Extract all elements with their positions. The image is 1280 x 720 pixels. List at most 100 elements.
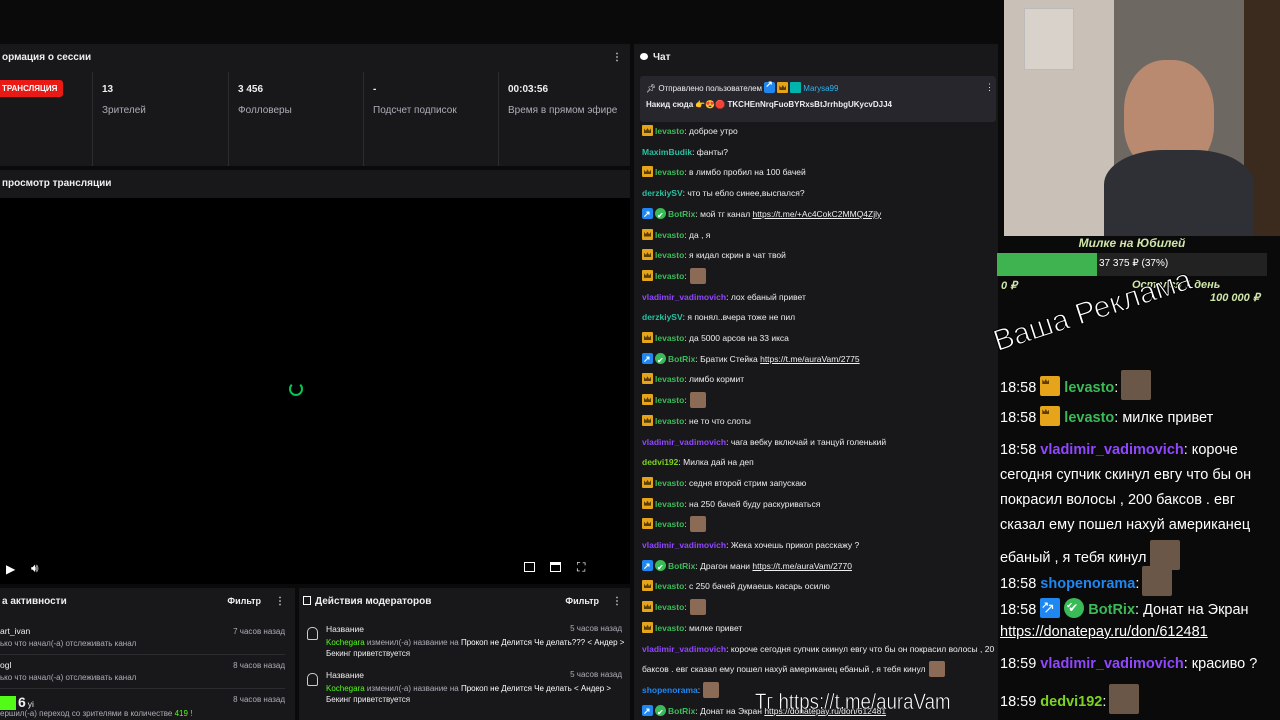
chat-text: : Братик Стейка [695, 353, 761, 364]
pip-icon[interactable] [524, 562, 535, 572]
chat-message[interactable]: levasto: да 5000 арсов на 33 икса [642, 329, 994, 348]
chat-message[interactable]: levasto: да , я [642, 226, 994, 245]
chat-message[interactable]: levasto: не то что слоты [642, 412, 994, 431]
telegram-overlay-text: Тг https://t.me/auraVam [755, 689, 951, 715]
theatre-icon[interactable] [550, 562, 561, 572]
overlay-chat-text: : [1114, 380, 1119, 396]
volume-icon[interactable]: 🔊︎ [31, 561, 39, 576]
crown-badge-icon [642, 394, 653, 406]
goal-title: Милке на Юбилей [1078, 236, 1186, 250]
chat-username[interactable]: levasto [655, 581, 684, 591]
chat-username[interactable]: levasto [655, 602, 684, 612]
chat-username[interactable]: BotRix [668, 209, 695, 219]
chat-username[interactable]: dedvi192 [642, 457, 678, 467]
chat-text: : [684, 395, 687, 406]
chat-message[interactable]: vladimir_vadimovich: Жека хочешь прикол … [642, 536, 994, 555]
play-icon[interactable]: ▶ [6, 562, 15, 576]
chat-message[interactable]: BotRix: Драгон мани https://t.me/auraVam… [642, 557, 994, 576]
chat-message[interactable]: levasto: [642, 515, 994, 534]
chat-username[interactable]: levasto [655, 416, 684, 426]
chat-emote-icon [928, 661, 945, 678]
chat-message[interactable]: MaximBudik: фанты? [642, 143, 994, 162]
chat-username[interactable]: levasto [655, 374, 684, 384]
overlay-chat-text: : [1135, 576, 1140, 592]
chat-link[interactable]: https://t.me/auraVam/2775 [760, 354, 860, 364]
chat-text: : да , я [684, 229, 711, 240]
overlay-chat-time: 18:59 [1000, 694, 1037, 710]
modactions-filter-button[interactable]: Фильтр [565, 596, 599, 606]
chat-username[interactable]: levasto [655, 478, 684, 488]
chat-username[interactable]: MaximBudik [642, 147, 692, 157]
pinned-menu-icon[interactable]: ⋮ [985, 82, 994, 93]
chat-username[interactable]: vladimir_vadimovich [642, 437, 726, 447]
chat-username[interactable]: vladimir_vadimovich [642, 540, 726, 550]
overlay-chat-username: vladimir_vadimovich [1040, 656, 1184, 672]
chat-username[interactable]: levasto [655, 126, 684, 136]
chat-message[interactable]: levasto: на 250 бачей буду раскуриваться [642, 495, 994, 514]
chat-message[interactable]: levasto: [642, 391, 994, 410]
chat-username[interactable]: levasto [655, 623, 684, 633]
chat-message[interactable]: vladimir_vadimovich: короче сегодня супч… [642, 640, 994, 659]
activity-filter-button[interactable]: Фильтр [227, 596, 261, 606]
overlay-chat-text: : короче [1183, 442, 1238, 458]
chat-username[interactable]: BotRix [668, 561, 695, 571]
chat-message[interactable]: levasto: доброе утро [642, 122, 994, 141]
session-menu-icon[interactable]: ⋮ [612, 52, 622, 64]
overlay-chat-text: сказал ему пошел нахуй американец [1000, 517, 1251, 533]
chat-text: : не то что слоты [684, 415, 751, 426]
goal-max: 100 000 ₽ [1210, 292, 1260, 304]
chat-message[interactable]: BotRix: Братик Стейка https://t.me/auraV… [642, 350, 994, 369]
overlay-chat-username: shopenorama [1040, 576, 1136, 592]
chat-message[interactable]: levasto: я кидал скрин в чат твой [642, 246, 994, 265]
viewers-value: 13 [102, 84, 114, 95]
chat-message[interactable]: levasto: [642, 267, 994, 286]
chat-username[interactable]: derzkiySV [642, 312, 683, 322]
overlay-chat-text: покрасил волосы , 200 баксов . евг [1000, 492, 1236, 508]
goal-bar-fill [997, 253, 1097, 276]
crown-badge-icon [642, 125, 653, 136]
chat-username[interactable]: levasto [655, 271, 684, 281]
modactions-menu-icon[interactable]: ⋮ [612, 596, 622, 608]
chat-message[interactable]: levasto: милке привет [642, 619, 994, 638]
chat-message[interactable]: levasto: лимбо кормит [642, 370, 994, 389]
chat-username[interactable]: levasto [655, 167, 684, 177]
chat-username[interactable]: levasto [655, 333, 684, 343]
overlay-chat-line: сегодня супчик скинул евгу что бы он [1000, 465, 1251, 485]
activity-menu-icon[interactable]: ⋮ [275, 596, 285, 608]
pinned-message[interactable]: 📌︎ Отправлено пользователем Marysa99 Нак… [640, 76, 996, 122]
chat-text: : Милка дай на деп [678, 457, 754, 468]
chat-message-list: levasto: доброе утро MaximBudik: фанты? le… [634, 122, 998, 720]
chat-message[interactable]: derzkiySV: что ты ебло синее,выспался? [642, 184, 994, 203]
chat-message[interactable]: dedvi192: Милка дай на деп [642, 453, 994, 472]
stream-preview-panel: просмотр трансляции ▶ 🔊︎ ⛶ [0, 170, 630, 584]
chat-link[interactable]: https://t.me/+Ac4CokC2MMQ4Zjly [753, 209, 882, 219]
chat-link[interactable]: https://t.me/auraVam/2770 [752, 561, 852, 571]
chat-username[interactable]: derzkiySV [642, 188, 683, 198]
subs-value: - [373, 84, 377, 95]
chat-text: : Жека хочешь прикол расскажу ? [726, 540, 860, 550]
chat-username[interactable]: vladimir_vadimovich [642, 292, 726, 302]
preview-title: просмотр трансляции [0, 170, 630, 198]
chat-message[interactable]: BotRix: мой тг канал https://t.me/+Ac4Co… [642, 205, 994, 224]
chat-username[interactable]: levasto [655, 395, 684, 405]
chat-username[interactable]: shopenorama [642, 685, 698, 695]
overlay-chat-line: 18:58↗✔BotRix: Донат на Экран [1000, 595, 1249, 620]
chat-username[interactable]: levasto [655, 230, 684, 240]
chat-message[interactable]: levasto: в лимбо пробил на 100 бачей [642, 163, 994, 182]
chat-message[interactable]: levasto: седня второй стрим запускаю [642, 474, 994, 493]
chat-username[interactable]: vladimir_vadimovich [642, 644, 726, 654]
chat-username[interactable]: levasto [655, 250, 684, 260]
chat-message[interactable]: баксов . евг сказал ему пошел нахуй амер… [642, 660, 994, 679]
chat-username[interactable]: levasto [655, 519, 684, 529]
chat-username[interactable]: BotRix [668, 354, 695, 364]
chat-message[interactable]: vladimir_vadimovich: лох ебаный привет [642, 288, 994, 307]
chat-message[interactable]: levasto: с 250 бачей думаешь касарь осил… [642, 577, 994, 596]
verified-badge-icon [655, 351, 666, 369]
chat-username[interactable]: BotRix [668, 706, 695, 716]
chat-message[interactable]: levasto: [642, 598, 994, 617]
chat-message[interactable]: derzkiySV: я понял..вчера тоже не пил [642, 308, 994, 327]
fullscreen-icon[interactable]: ⛶ [577, 560, 585, 575]
chat-message[interactable]: vladimir_vadimovich: чага вебку включай … [642, 433, 994, 452]
bot-badge-icon [642, 350, 653, 369]
chat-username[interactable]: levasto [655, 499, 684, 509]
